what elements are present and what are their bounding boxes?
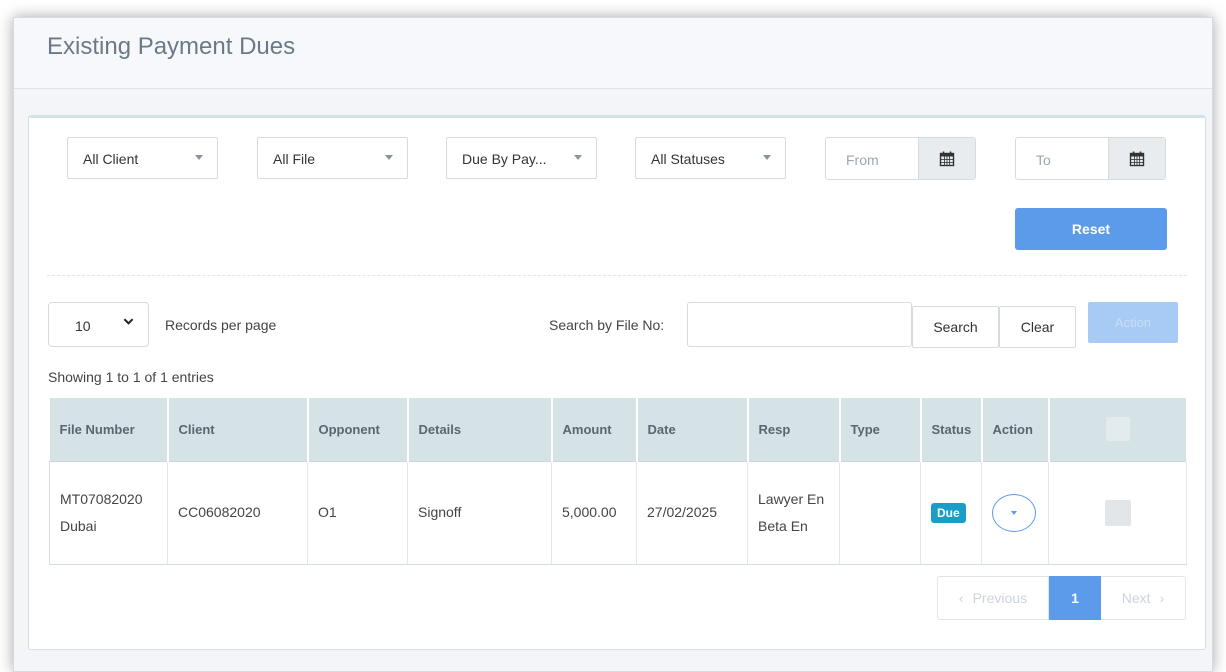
cell-type bbox=[839, 461, 921, 565]
page-length-value: 10 bbox=[75, 318, 91, 334]
caret-down-icon bbox=[1011, 510, 1017, 515]
select-all-checkbox[interactable] bbox=[1105, 417, 1130, 442]
row-action-dropdown-button[interactable] bbox=[992, 493, 1036, 532]
row-checkbox[interactable] bbox=[1104, 500, 1131, 527]
col-action: Action bbox=[981, 398, 1050, 462]
client-filter-select[interactable]: All Client bbox=[67, 137, 218, 179]
cell-action bbox=[981, 461, 1049, 565]
previous-label: Previous bbox=[972, 590, 1028, 606]
col-date[interactable]: Date bbox=[636, 398, 749, 462]
status-filter-select[interactable]: All Statuses bbox=[635, 137, 786, 179]
file-filter-label: All File bbox=[273, 151, 316, 167]
bulk-action-button[interactable]: Action bbox=[1088, 302, 1178, 343]
cell-date: 27/02/2025 bbox=[636, 461, 748, 565]
table-header-row: File Number Client Opponent Details Amou… bbox=[49, 398, 1188, 462]
page-length-select[interactable]: 10 bbox=[48, 302, 149, 347]
col-details[interactable]: Details bbox=[407, 398, 553, 462]
col-file-number[interactable]: File Number bbox=[49, 398, 169, 462]
chevron-left-icon: ‹ bbox=[958, 590, 964, 606]
records-per-page-label: Records per page bbox=[165, 317, 277, 333]
cell-select bbox=[1048, 461, 1187, 565]
chevron-down-icon bbox=[123, 316, 134, 330]
cell-resp: Lawyer En Beta En bbox=[747, 461, 840, 565]
page-title: Existing Payment Dues bbox=[47, 33, 296, 60]
cell-file-number: MT07082020 Dubai bbox=[49, 461, 168, 565]
page-1-button[interactable]: 1 bbox=[1049, 576, 1101, 620]
caret-down-icon bbox=[763, 155, 771, 160]
col-type[interactable]: Type bbox=[839, 398, 922, 462]
previous-page-button[interactable]: ‹ Previous bbox=[938, 577, 1049, 619]
col-opponent[interactable]: Opponent bbox=[307, 398, 409, 462]
chevron-right-icon: › bbox=[1159, 590, 1165, 606]
client-filter-label: All Client bbox=[83, 151, 139, 167]
from-date-placeholder: From bbox=[846, 152, 879, 168]
entries-info: Showing 1 to 1 of 1 entries bbox=[48, 369, 214, 385]
cell-client: CC06082020 bbox=[167, 461, 308, 565]
next-page-button[interactable]: Next › bbox=[1101, 577, 1185, 619]
status-filter-label: All Statuses bbox=[651, 151, 725, 167]
col-resp[interactable]: Resp bbox=[747, 398, 841, 462]
section-divider bbox=[47, 275, 1187, 276]
due-by-filter-label: Due By Pay... bbox=[462, 151, 547, 167]
cell-details: Signoff bbox=[407, 461, 552, 565]
payment-dues-table: File Number Client Opponent Details Amou… bbox=[49, 398, 1188, 565]
col-select-all bbox=[1048, 398, 1188, 462]
pagination: ‹ Previous 1 Next › bbox=[937, 576, 1186, 620]
app-window: Existing Payment Dues All Client All Fil… bbox=[13, 17, 1213, 672]
cell-status: Due bbox=[920, 461, 982, 565]
page-header: Existing Payment Dues bbox=[14, 18, 1212, 89]
col-client[interactable]: Client bbox=[167, 398, 309, 462]
reset-button[interactable]: Reset bbox=[1015, 208, 1167, 250]
search-input[interactable] bbox=[687, 302, 912, 347]
file-filter-select[interactable]: All File bbox=[257, 137, 408, 179]
from-date-input[interactable]: From bbox=[825, 137, 976, 180]
caret-down-icon bbox=[574, 155, 582, 160]
due-by-filter-select[interactable]: Due By Pay... bbox=[446, 137, 597, 179]
col-status[interactable]: Status bbox=[920, 398, 983, 462]
caret-down-icon bbox=[385, 155, 393, 160]
to-date-input[interactable]: To bbox=[1015, 137, 1166, 180]
cell-amount: 5,000.00 bbox=[551, 461, 637, 565]
next-label: Next bbox=[1121, 590, 1151, 606]
calendar-icon[interactable] bbox=[1108, 138, 1165, 179]
cell-opponent: O1 bbox=[307, 461, 408, 565]
clear-button[interactable]: Clear bbox=[999, 306, 1076, 348]
to-date-placeholder: To bbox=[1036, 152, 1051, 168]
col-amount[interactable]: Amount bbox=[551, 398, 638, 462]
caret-down-icon bbox=[195, 155, 203, 160]
calendar-icon[interactable] bbox=[918, 138, 975, 179]
search-label: Search by File No: bbox=[549, 317, 665, 333]
status-badge: Due bbox=[931, 503, 966, 524]
search-button[interactable]: Search bbox=[912, 306, 999, 348]
filters-panel: All Client All File Due By Pay... All St… bbox=[28, 115, 1206, 650]
table-row: MT07082020 Dubai CC06082020 O1 Signoff 5… bbox=[49, 461, 1187, 565]
